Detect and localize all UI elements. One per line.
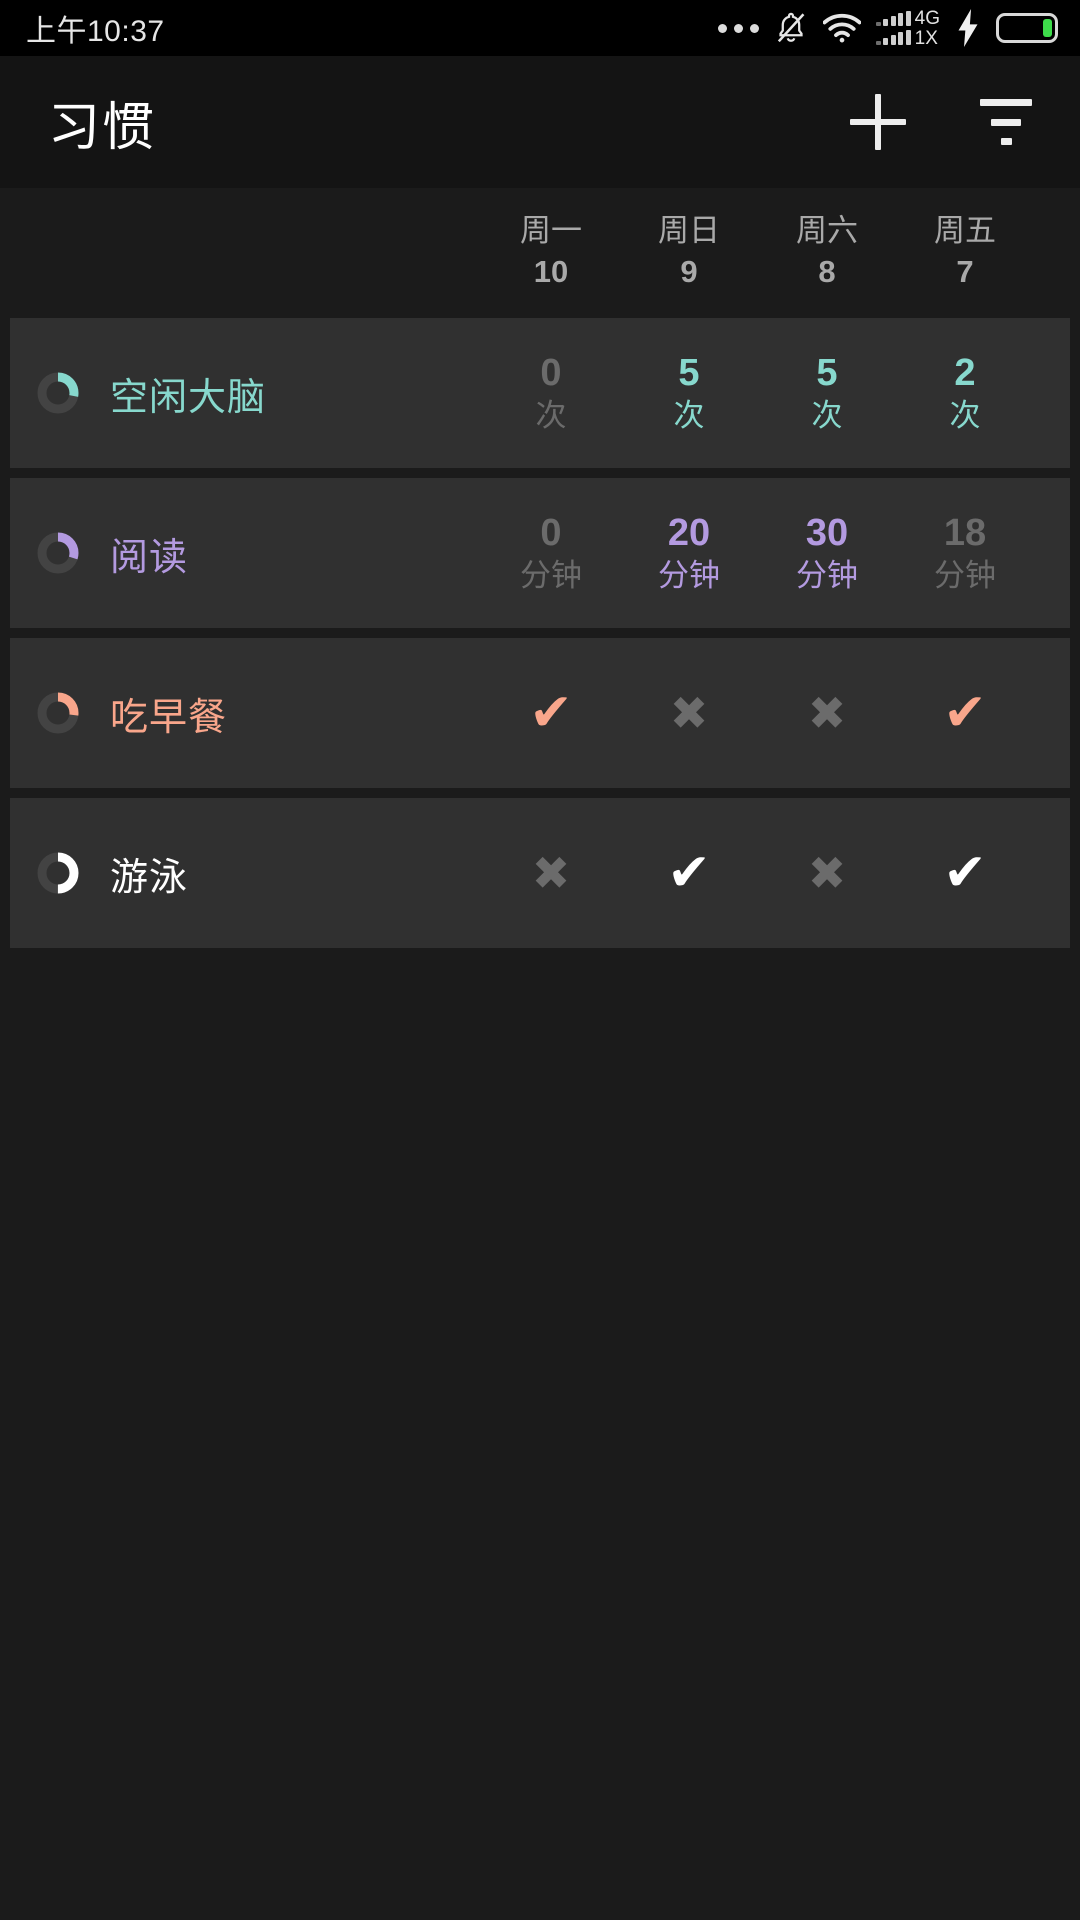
habit-value: 30 xyxy=(805,512,849,554)
app-bar: 习惯 xyxy=(0,56,1080,188)
day-column-header: 周一 10 xyxy=(482,210,620,292)
habit-name: 阅读 xyxy=(110,536,189,579)
day-column-header: 周六 8 xyxy=(758,210,896,292)
habit-lead: 吃早餐 xyxy=(10,686,482,741)
habit-cell[interactable]: 20 分钟 xyxy=(620,510,758,596)
habit-value: 0 xyxy=(540,352,562,394)
check-icon: ✔ xyxy=(667,844,711,902)
add-habit-button[interactable] xyxy=(850,94,906,150)
cross-icon: ✖ xyxy=(531,847,571,899)
habit-cell[interactable]: 30 分钟 xyxy=(758,510,896,596)
day-of-week: 周六 xyxy=(796,213,858,248)
habit-cell[interactable]: 18 分钟 xyxy=(896,510,1034,596)
habit-unit: 分钟 xyxy=(658,558,720,593)
habit-cell[interactable]: 5次 xyxy=(620,350,758,436)
habit-unit: 分钟 xyxy=(796,558,858,593)
habit-value: 5 xyxy=(816,352,838,394)
day-of-week: 周五 xyxy=(934,213,996,248)
habit-cell[interactable]: 2次 xyxy=(896,350,1034,436)
habit-unit: 次 xyxy=(811,398,843,433)
more-dots-icon xyxy=(717,23,759,33)
habit-cell[interactable]: ✔ xyxy=(896,687,1034,739)
check-icon: ✔ xyxy=(943,844,987,902)
progress-ring-icon xyxy=(36,691,80,735)
habit-lead: 空闲大脑 xyxy=(10,366,482,421)
check-icon: ✔ xyxy=(943,684,987,742)
habit-cell[interactable]: ✔ xyxy=(896,847,1034,899)
signal-icon: 4G 1X xyxy=(875,7,940,49)
habit-cell[interactable]: ✖ xyxy=(758,687,896,739)
habit-unit: 次 xyxy=(673,398,705,433)
check-icon: ✔ xyxy=(529,684,573,742)
habit-value: 2 xyxy=(954,352,976,394)
habit-value: 20 xyxy=(667,512,711,554)
habit-cell[interactable]: 0 分钟 xyxy=(482,510,620,596)
cross-icon: ✖ xyxy=(669,687,709,739)
habit-unit: 次 xyxy=(535,398,567,433)
page-title: 习惯 xyxy=(48,98,157,157)
habits-board: 周一 10 周日 9 周六 8 周五 7 空闲大脑 0 次 5 次 5 次 2 次阅读 0 分钟 20… xyxy=(0,188,1080,948)
habit-value: 5 xyxy=(678,352,700,394)
habit-name: 游泳 xyxy=(110,856,189,899)
app-bar-actions xyxy=(850,94,1034,150)
habit-lead: 阅读 xyxy=(10,526,482,581)
progress-ring-icon xyxy=(36,371,80,415)
progress-ring-icon xyxy=(36,531,80,575)
wifi-icon xyxy=(822,12,861,44)
bell-muted-icon xyxy=(774,10,808,46)
habit-lead: 游泳 xyxy=(10,846,482,901)
day-of-week: 周一 xyxy=(520,213,582,248)
day-column-header: 周五 7 xyxy=(896,210,1034,292)
days-header: 周一 10 周日 9 周六 8 周五 7 xyxy=(0,188,1080,318)
habit-cell[interactable]: ✔ xyxy=(482,687,620,739)
habit-cell[interactable]: 5次 xyxy=(758,350,896,436)
day-number: 8 xyxy=(818,254,836,289)
habit-name: 吃早餐 xyxy=(110,696,228,739)
habit-unit: 次 xyxy=(949,398,981,433)
day-number: 7 xyxy=(956,254,974,289)
habit-value: 0 xyxy=(540,512,562,554)
network-primary-label: 4G xyxy=(914,7,940,29)
habit-value: 18 xyxy=(943,512,987,554)
habit-list: 空闲大脑 0 次 5 次 5 次 2 次阅读 0 分钟 20 分钟 30 分钟 18 分钟 吃早餐 ✔ ✖ ✖ ✔ 游泳 ✖ ✔… xyxy=(0,318,1080,948)
cross-icon: ✖ xyxy=(807,687,847,739)
status-clock: 上午10:37 xyxy=(26,15,165,48)
habit-cell[interactable]: ✖ xyxy=(482,847,620,899)
day-of-week: 周日 xyxy=(658,213,720,248)
filter-icon[interactable] xyxy=(978,99,1034,145)
battery-icon xyxy=(996,13,1058,43)
habit-row[interactable]: 空闲大脑 0 次 5 次 5 次 2 次 xyxy=(10,318,1070,468)
habit-unit: 分钟 xyxy=(934,558,996,593)
habit-cell[interactable]: ✔ xyxy=(620,847,758,899)
status-bar: 上午10:37 4G 1X xyxy=(0,0,1080,56)
day-number: 10 xyxy=(533,254,569,289)
habit-cell[interactable]: 0次 xyxy=(482,350,620,436)
habit-row[interactable]: 吃早餐 ✔ ✖ ✖ ✔ xyxy=(10,638,1070,788)
habit-row[interactable]: 游泳 ✖ ✔ ✖ ✔ xyxy=(10,798,1070,948)
habit-cell[interactable]: ✖ xyxy=(758,847,896,899)
charging-bolt-icon xyxy=(955,9,981,47)
day-column-header: 周日 9 xyxy=(620,210,758,292)
status-icons: 4G 1X xyxy=(717,7,1058,49)
network-secondary-label: 1X xyxy=(914,27,938,49)
habit-unit: 分钟 xyxy=(520,558,582,593)
habit-row[interactable]: 阅读 0 分钟 20 分钟 30 分钟 18 分钟 xyxy=(10,478,1070,628)
day-number: 9 xyxy=(680,254,698,289)
habit-cell[interactable]: ✖ xyxy=(620,687,758,739)
progress-ring-icon xyxy=(36,851,80,895)
habit-name: 空闲大脑 xyxy=(110,376,267,419)
cross-icon: ✖ xyxy=(807,847,847,899)
